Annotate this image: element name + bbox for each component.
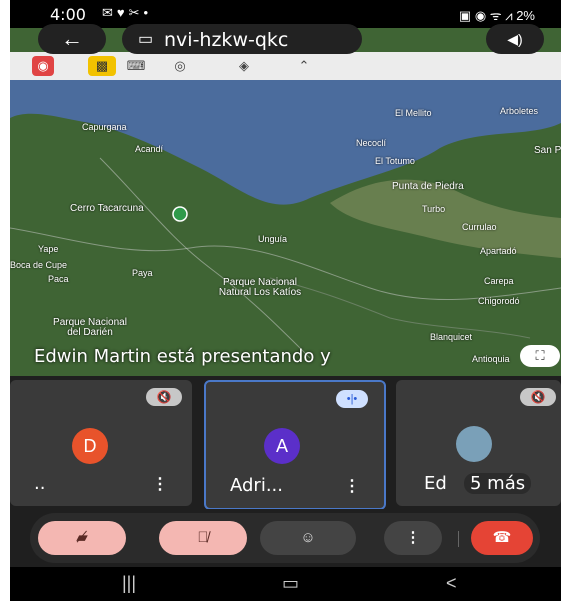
expand-icon: ⛶ — [535, 348, 545, 363]
video-off-icon[interactable]: ▩ — [88, 56, 116, 76]
participant-name: Adri... — [230, 475, 283, 496]
arrow-left-icon: ← — [61, 26, 83, 51]
meeting-code-pill[interactable]: ▭ nvi-hzkw-qkc — [122, 24, 362, 54]
chevron-up-icon[interactable]: ⌃ — [294, 56, 314, 76]
camera-off-icon: ▰̸ — [76, 529, 88, 546]
participant-name: .. — [34, 473, 46, 494]
back-button[interactable]: ← — [38, 24, 106, 54]
map-label: Arboletes — [500, 106, 539, 116]
fullscreen-button[interactable]: ⛶ — [520, 345, 560, 367]
end-call-button[interactable]: ☎ — [471, 521, 533, 555]
home-icon[interactable]: ▭ — [282, 573, 299, 594]
more-options-icon[interactable]: ⋮ — [344, 476, 360, 496]
shared-map: El Mellito Arboletes Capurgana Necoclí S… — [10, 28, 561, 376]
battery-level: 2% — [516, 8, 535, 23]
participant-tile-active[interactable]: •|• A Adri... ⋮ — [204, 380, 386, 510]
avatar: D — [72, 428, 108, 464]
map-label: Cerro Tacarcuna — [70, 203, 144, 214]
map-label: El Totumo — [375, 156, 415, 166]
map-label: Chigorodó — [478, 296, 520, 306]
reactions-button[interactable]: ☺ — [260, 521, 356, 555]
speaker-button[interactable]: ◀) — [486, 24, 544, 54]
map-label: Parque Nacional Natural Los Katíos — [218, 277, 302, 298]
calendar-icon: ▭ — [138, 31, 154, 48]
map-label: Punta de Piedra — [392, 181, 464, 192]
meeting-code: nvi-hzkw-qkc — [164, 29, 289, 51]
more-options-icon[interactable]: ⋮ — [152, 474, 168, 494]
mic-toggle-button[interactable]: 🎙̸ — [159, 521, 247, 555]
hang-up-icon: ☎ — [492, 529, 512, 546]
system-icons: ▣ ◉ ᯤ ⩘ 2% — [458, 8, 535, 23]
map-label: Parque Nacional del Darién — [53, 317, 127, 338]
map-label: Acandí — [135, 144, 164, 154]
layers-icon[interactable]: ◈ — [234, 56, 254, 76]
android-nav-bar: ||| ▭ < — [10, 567, 561, 601]
map-label: Apartadó — [480, 246, 517, 256]
map-label: Unguía — [258, 234, 288, 244]
call-controls: ▰̸ 🎙̸ ☺ ⋮ ☎ — [10, 509, 561, 567]
participant-tile[interactable]: 🔇 Ed 5 más — [396, 380, 561, 506]
participant-tiles: 🔇 D .. ⋮ •|• A Adri... ⋮ 🔇 Ed 5 más — [10, 376, 561, 510]
camera-icon[interactable]: ◎ — [170, 56, 190, 76]
map-label: Currulao — [462, 222, 497, 232]
more-participants-chip[interactable]: 5 más — [464, 473, 532, 494]
map-label: Antioquia — [472, 354, 510, 364]
mic-off-icon: 🔇 — [146, 388, 182, 406]
map-label: Capurgana — [82, 122, 127, 132]
map-label: Paca — [48, 274, 69, 284]
status-time: 4:00 — [50, 5, 86, 24]
map-label: Paya — [132, 268, 153, 278]
phone-screen: 4:00 ✉♥✂• ▣ ◉ ᯤ ⩘ 2% El Mellito Arbolete… — [10, 0, 561, 601]
map-label: Turbo — [422, 204, 446, 214]
back-nav-icon[interactable]: < — [446, 573, 457, 594]
divider — [458, 531, 459, 547]
more-options-button[interactable]: ⋮ — [384, 521, 442, 555]
mic-off-icon: 🎙̸ — [197, 529, 209, 546]
presenting-banner: Edwin Martin está presentando y — [34, 346, 331, 367]
map-label: Carepa — [484, 276, 514, 286]
participant-name: Ed — [424, 473, 447, 494]
map-label: Blanquicet — [430, 332, 473, 342]
avatar: A — [264, 428, 300, 464]
notification-icons: ✉♥✂• — [102, 5, 153, 20]
map-label: Necoclí — [356, 138, 387, 148]
map-label: Yape — [38, 244, 59, 254]
camera-toggle-button[interactable]: ▰̸ — [38, 521, 126, 555]
mic-off-icon: 🔇 — [520, 388, 556, 406]
keyboard-icon[interactable]: ⌨ — [126, 56, 146, 76]
map-label: Boca de Cupe — [10, 260, 68, 270]
map-label: El Mellito — [395, 108, 432, 118]
speaker-icon: ◀) — [507, 31, 523, 47]
emoji-icon: ☺ — [300, 529, 316, 546]
record-icon[interactable]: ◉ — [32, 56, 54, 76]
more-vertical-icon: ⋮ — [405, 529, 421, 546]
participant-tile[interactable]: 🔇 D .. ⋮ — [10, 380, 192, 506]
shared-screen-toolbar: ◉ ▩ ⌨ ◎ ◈ ⌃ — [10, 52, 561, 80]
avatar-photo — [456, 426, 492, 462]
speaking-indicator-icon: •|• — [336, 390, 368, 408]
map-label: San P de U — [534, 145, 561, 156]
recent-apps-icon[interactable]: ||| — [122, 573, 136, 594]
